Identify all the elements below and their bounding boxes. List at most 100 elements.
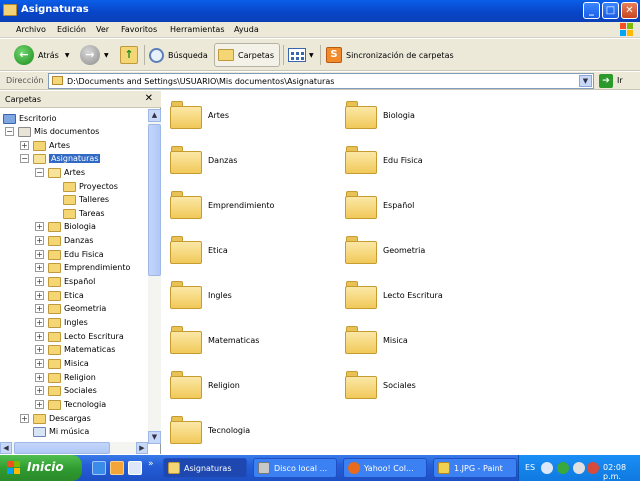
show-desktop-icon[interactable]	[128, 461, 142, 475]
expand-icon[interactable]: +	[35, 304, 44, 313]
expand-icon[interactable]: +	[35, 386, 44, 395]
tree-node-misica[interactable]: + Misica	[35, 357, 89, 370]
forward-button[interactable]: → ▼	[80, 43, 109, 67]
tree-node-talleres[interactable]: Talleres	[63, 193, 109, 206]
folder-item-etica[interactable]: Etica	[170, 236, 228, 264]
folder-item-lecto-escritura[interactable]: Lecto Escritura	[345, 281, 443, 309]
task-yahoo[interactable]: Yahoo! Col...	[343, 458, 427, 478]
up-folder-button[interactable]: ↑	[120, 43, 138, 67]
tree-node-lecto-escritura[interactable]: + Lecto Escritura	[35, 330, 124, 343]
expand-icon[interactable]: +	[35, 332, 44, 341]
language-indicator[interactable]: ES	[525, 463, 535, 472]
tree-node-tareas[interactable]: Tareas	[63, 207, 105, 220]
tree-node-emprendimiento[interactable]: + Emprendimiento	[35, 261, 130, 274]
quick-launch-overflow[interactable]: »	[148, 459, 154, 469]
start-button[interactable]: Inicio	[0, 455, 82, 481]
close-button[interactable]: ✕	[621, 2, 638, 19]
sync-folders-button[interactable]: S Sincronización de carpetas	[326, 43, 454, 67]
tree-node-descargas[interactable]: + Descargas	[20, 412, 91, 425]
scroll-up-icon[interactable]: ▲	[148, 109, 161, 122]
expand-icon[interactable]: +	[35, 400, 44, 409]
expand-icon[interactable]: +	[35, 373, 44, 382]
views-button[interactable]: ▼	[288, 43, 314, 67]
collapse-icon[interactable]: −	[5, 127, 14, 136]
menu-ayuda[interactable]: Ayuda	[234, 25, 259, 34]
outlook-icon[interactable]	[110, 461, 124, 475]
folder-item-biologia[interactable]: Biologia	[345, 101, 415, 129]
menu-edicion[interactable]: Edición	[57, 25, 86, 34]
security-icon[interactable]	[587, 462, 599, 474]
address-dropdown-button[interactable]: ▼	[579, 75, 592, 87]
menu-ver[interactable]: Ver	[96, 25, 109, 34]
folder-item-espanol[interactable]: Español	[345, 191, 414, 219]
collapse-icon[interactable]: −	[20, 154, 29, 163]
folder-item-artes[interactable]: Artes	[170, 101, 229, 129]
menu-herramientas[interactable]: Herramientas	[170, 25, 225, 34]
tree-node-danzas[interactable]: + Danzas	[35, 234, 93, 247]
close-pane-button[interactable]: ✕	[145, 93, 153, 104]
task-paint[interactable]: 1.JPG - Paint	[433, 458, 517, 478]
folder-item-misica[interactable]: Misica	[345, 326, 408, 354]
expand-icon[interactable]: +	[35, 236, 44, 245]
tree-node-geometria[interactable]: + Geometria	[35, 302, 106, 315]
go-button[interactable]: Ir	[617, 76, 623, 85]
minimize-button[interactable]: _	[583, 2, 600, 19]
tree-node-asignaturas[interactable]: − Asignaturas	[20, 152, 100, 165]
network-icon[interactable]	[557, 462, 569, 474]
maximize-button[interactable]: □	[602, 2, 619, 19]
volume-icon[interactable]	[573, 462, 585, 474]
tree-node-mis-documentos[interactable]: − Mis documentos	[5, 125, 99, 138]
folder-item-tecnologia[interactable]: Tecnologia	[170, 416, 250, 444]
folder-item-ingles[interactable]: Ingles	[170, 281, 232, 309]
tree-node-edu-fisica[interactable]: + Edu Fisica	[35, 248, 104, 261]
scroll-thumb[interactable]	[14, 442, 110, 454]
folder-item-religion[interactable]: Religion	[170, 371, 240, 399]
tree-horizontal-scrollbar[interactable]: ◀ ▶	[0, 442, 148, 454]
go-arrow-icon[interactable]: ➔	[599, 74, 613, 88]
folder-item-danzas[interactable]: Danzas	[170, 146, 237, 174]
expand-icon[interactable]: +	[35, 359, 44, 368]
tree-node-escritorio[interactable]: Escritorio	[3, 112, 57, 125]
expand-icon[interactable]: +	[35, 222, 44, 231]
folder-item-matematicas[interactable]: Matematicas	[170, 326, 259, 354]
tree-node-ingles[interactable]: + Ingles	[35, 316, 88, 329]
tree-node-religion[interactable]: + Religion	[35, 371, 96, 384]
internet-explorer-icon[interactable]	[92, 461, 106, 475]
tree-node-proyectos[interactable]: Proyectos	[63, 180, 118, 193]
tree-vertical-scrollbar[interactable]: ▲ ▼	[148, 109, 161, 444]
tree-node-artes[interactable]: + Artes	[20, 139, 70, 152]
expand-icon[interactable]: +	[35, 345, 44, 354]
tree-node-mi-musica[interactable]: Mi música	[20, 425, 89, 438]
tree-node-asignaturas-artes[interactable]: − Artes	[35, 166, 85, 179]
menu-archivo[interactable]: Archivo	[16, 25, 46, 34]
task-asignaturas[interactable]: Asignaturas	[163, 458, 247, 478]
collapse-icon[interactable]: −	[35, 168, 44, 177]
expand-icon[interactable]: +	[35, 250, 44, 259]
folder-item-geometria[interactable]: Geometria	[345, 236, 425, 264]
scroll-thumb[interactable]	[148, 124, 161, 276]
scroll-right-icon[interactable]: ▶	[136, 442, 148, 454]
title-bar[interactable]: Asignaturas _ □ ✕	[0, 0, 640, 22]
scroll-down-icon[interactable]: ▼	[148, 431, 161, 444]
expand-icon[interactable]: +	[35, 291, 44, 300]
expand-icon[interactable]: +	[35, 263, 44, 272]
clock[interactable]: 02:08 p.m.	[603, 463, 640, 481]
expand-icon[interactable]: +	[20, 141, 29, 150]
tree-node-tecnologia[interactable]: + Tecnologia	[35, 398, 106, 411]
expand-icon[interactable]: +	[20, 414, 29, 423]
tray-app-icon[interactable]	[541, 462, 553, 474]
menu-favoritos[interactable]: Favoritos	[121, 25, 157, 34]
tree-node-biologia[interactable]: + Biologia	[35, 220, 96, 233]
expand-icon[interactable]: +	[35, 318, 44, 327]
tree-node-espanol[interactable]: + Español	[35, 275, 95, 288]
expand-icon[interactable]: +	[35, 277, 44, 286]
folder-item-emprendimiento[interactable]: Emprendimiento	[170, 191, 274, 219]
tree-node-etica[interactable]: + Etica	[35, 289, 84, 302]
folder-item-sociales[interactable]: Sociales	[345, 371, 416, 399]
task-disco-local[interactable]: Disco local ...	[253, 458, 337, 478]
folder-item-edu-fisica[interactable]: Edu Fisica	[345, 146, 423, 174]
scroll-left-icon[interactable]: ◀	[0, 442, 12, 454]
tree-node-sociales[interactable]: + Sociales	[35, 384, 97, 397]
folders-button[interactable]: Carpetas	[214, 43, 280, 67]
search-button[interactable]: Búsqueda	[149, 43, 208, 67]
